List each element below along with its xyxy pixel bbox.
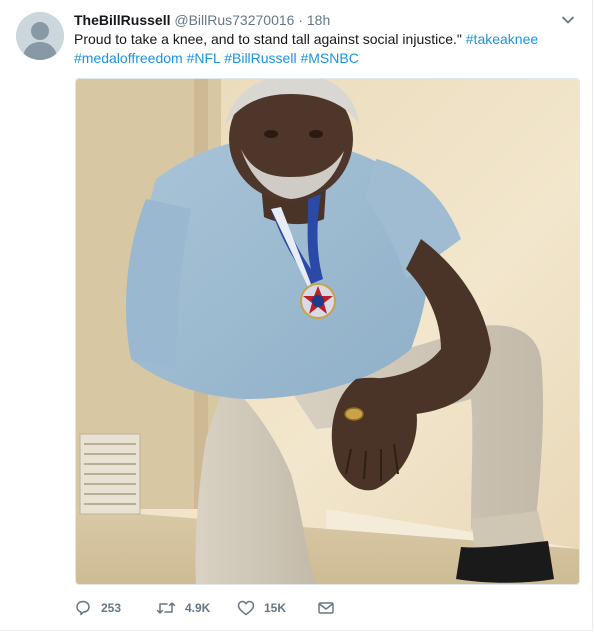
hashtag-link[interactable]: #MSNBC	[300, 50, 358, 66]
hashtag-link[interactable]: #BillRussell	[224, 50, 296, 66]
like-icon	[237, 600, 255, 616]
tweet-timestamp[interactable]: 18h	[307, 12, 330, 28]
tweet-card[interactable]: TheBillRussell @BillRus73270016 · 18h Pr…	[0, 0, 593, 631]
retweet-icon	[156, 602, 176, 614]
retweet-button[interactable]: 4.9K	[156, 598, 210, 618]
tweet-photo[interactable]	[75, 78, 580, 585]
photo-image	[76, 79, 579, 584]
direct-message-icon	[318, 602, 334, 614]
more-options-button[interactable]	[560, 12, 576, 28]
user-handle[interactable]: @BillRus73270016	[174, 12, 294, 28]
default-avatar-icon	[16, 12, 64, 60]
direct-message-button[interactable]	[317, 598, 335, 618]
like-button[interactable]: 15K	[237, 598, 286, 618]
chevron-down-icon	[562, 16, 574, 24]
like-count: 15K	[264, 601, 287, 615]
separator-dot: ·	[298, 12, 303, 28]
tweet-text: Proud to take a knee, and to stand tall …	[74, 30, 574, 68]
retweet-count: 4.9K	[185, 601, 211, 615]
reply-icon	[76, 600, 90, 616]
hashtag-link[interactable]: #NFL	[187, 50, 221, 66]
hashtag-link[interactable]: #medaloffreedom	[74, 50, 183, 66]
display-name[interactable]: TheBillRussell	[74, 12, 170, 28]
tweet-body-text: Proud to take a knee, and to stand tall …	[74, 31, 462, 47]
hashtag-link[interactable]: #takeaknee	[466, 31, 538, 47]
reply-count: 253	[101, 601, 122, 615]
tweet-header: TheBillRussell @BillRus73270016 · 18h	[74, 11, 330, 29]
reply-button[interactable]: 253	[74, 598, 121, 618]
avatar[interactable]	[16, 12, 64, 60]
